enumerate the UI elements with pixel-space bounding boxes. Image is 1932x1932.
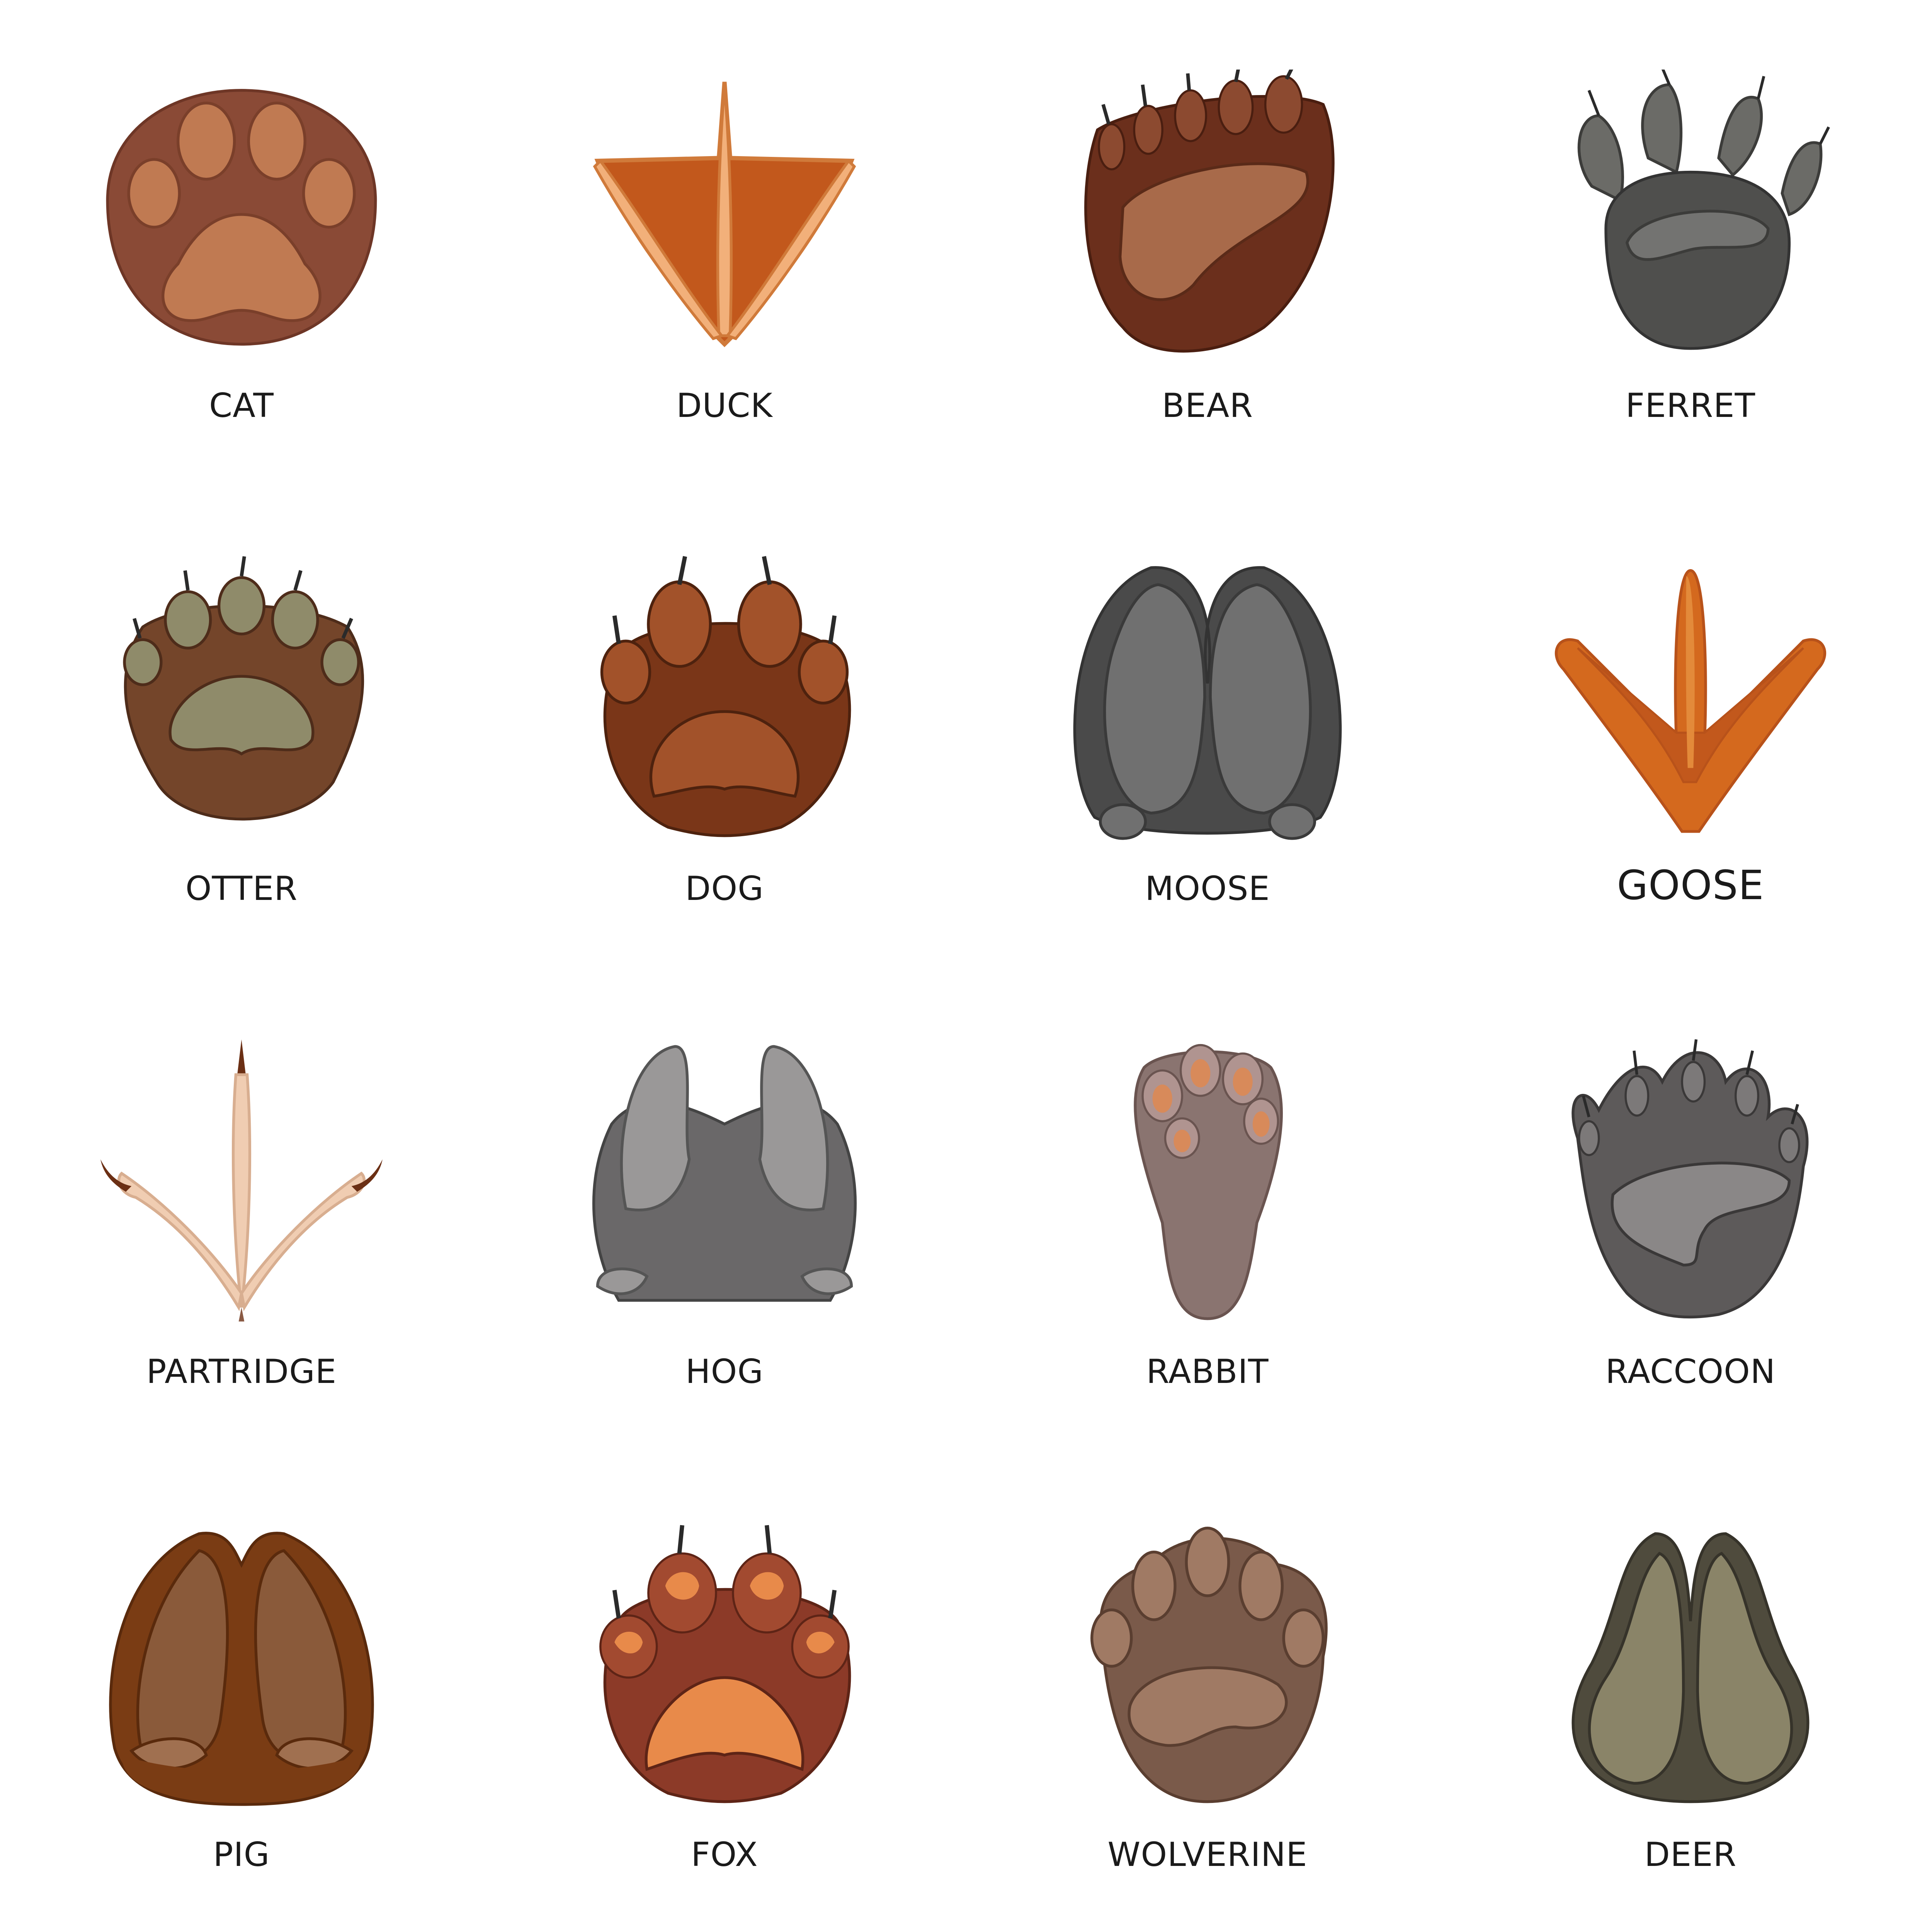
track-cell-fox: FOX bbox=[483, 1449, 966, 1932]
cat-paw-print-icon bbox=[106, 89, 377, 346]
track-cell-hog: HOG bbox=[483, 966, 966, 1449]
track-cell-deer: DEER bbox=[1449, 1449, 1932, 1932]
track-cell-otter: OTTER bbox=[0, 483, 483, 966]
track-label: RABBIT bbox=[1146, 1352, 1269, 1391]
track-cell-moose: MOOSE bbox=[966, 483, 1449, 966]
otter-paw-print-icon bbox=[123, 556, 364, 821]
track-cell-rabbit: RABBIT bbox=[966, 966, 1449, 1449]
track-label: DOG bbox=[685, 869, 764, 908]
track-cell-raccoon: RACCOON bbox=[1449, 966, 1932, 1449]
track-label: DUCK bbox=[676, 386, 773, 425]
partridge-foot-print-icon bbox=[100, 1039, 383, 1321]
track-label: FERRET bbox=[1625, 386, 1756, 425]
track-cell-partridge: PARTRIDGE bbox=[0, 966, 483, 1449]
ferret-paw-print-icon bbox=[1577, 70, 1830, 350]
fox-paw-print-icon bbox=[599, 1525, 851, 1803]
track-label: BEAR bbox=[1162, 386, 1253, 425]
duck-webbed-foot-icon bbox=[593, 82, 856, 347]
track-cell-dog: DOG bbox=[483, 483, 966, 966]
wolverine-paw-print-icon bbox=[1090, 1526, 1328, 1803]
track-cell-cat: CAT bbox=[0, 0, 483, 483]
track-label: OTTER bbox=[185, 869, 298, 908]
moose-hoof-print-icon bbox=[1073, 566, 1342, 840]
pig-hoof-print-icon bbox=[109, 1532, 374, 1806]
hog-hoof-print-icon bbox=[592, 1045, 857, 1302]
raccoon-paw-print-icon bbox=[1571, 1039, 1809, 1319]
track-label: GOOSE bbox=[1617, 862, 1764, 909]
track-label: CAT bbox=[209, 386, 274, 425]
deer-hoof-print-icon bbox=[1571, 1532, 1810, 1803]
track-cell-duck: DUCK bbox=[483, 0, 966, 483]
track-label: WOLVERINE bbox=[1107, 1835, 1308, 1874]
goose-webbed-foot-icon bbox=[1554, 569, 1827, 833]
rabbit-paw-print-icon bbox=[1134, 1044, 1283, 1320]
track-cell-pig: PIG bbox=[0, 1449, 483, 1932]
bear-paw-print-icon bbox=[1084, 70, 1335, 353]
track-label: MOOSE bbox=[1145, 869, 1270, 908]
animal-tracks-grid: CAT DUCK BEAR FERRET OTTER DOG MOOSE GOO… bbox=[0, 0, 1932, 1932]
track-cell-goose: GOOSE bbox=[1449, 483, 1932, 966]
track-label: FOX bbox=[691, 1835, 758, 1874]
track-label: RACCOON bbox=[1605, 1352, 1776, 1391]
track-label: HOG bbox=[685, 1352, 764, 1391]
dog-paw-print-icon bbox=[600, 556, 851, 837]
track-cell-ferret: FERRET bbox=[1449, 0, 1932, 483]
track-label: PARTRIDGE bbox=[146, 1352, 337, 1391]
track-label: DEER bbox=[1644, 1835, 1737, 1874]
track-cell-wolverine: WOLVERINE bbox=[966, 1449, 1449, 1932]
track-cell-bear: BEAR bbox=[966, 0, 1449, 483]
track-label: PIG bbox=[213, 1835, 270, 1874]
